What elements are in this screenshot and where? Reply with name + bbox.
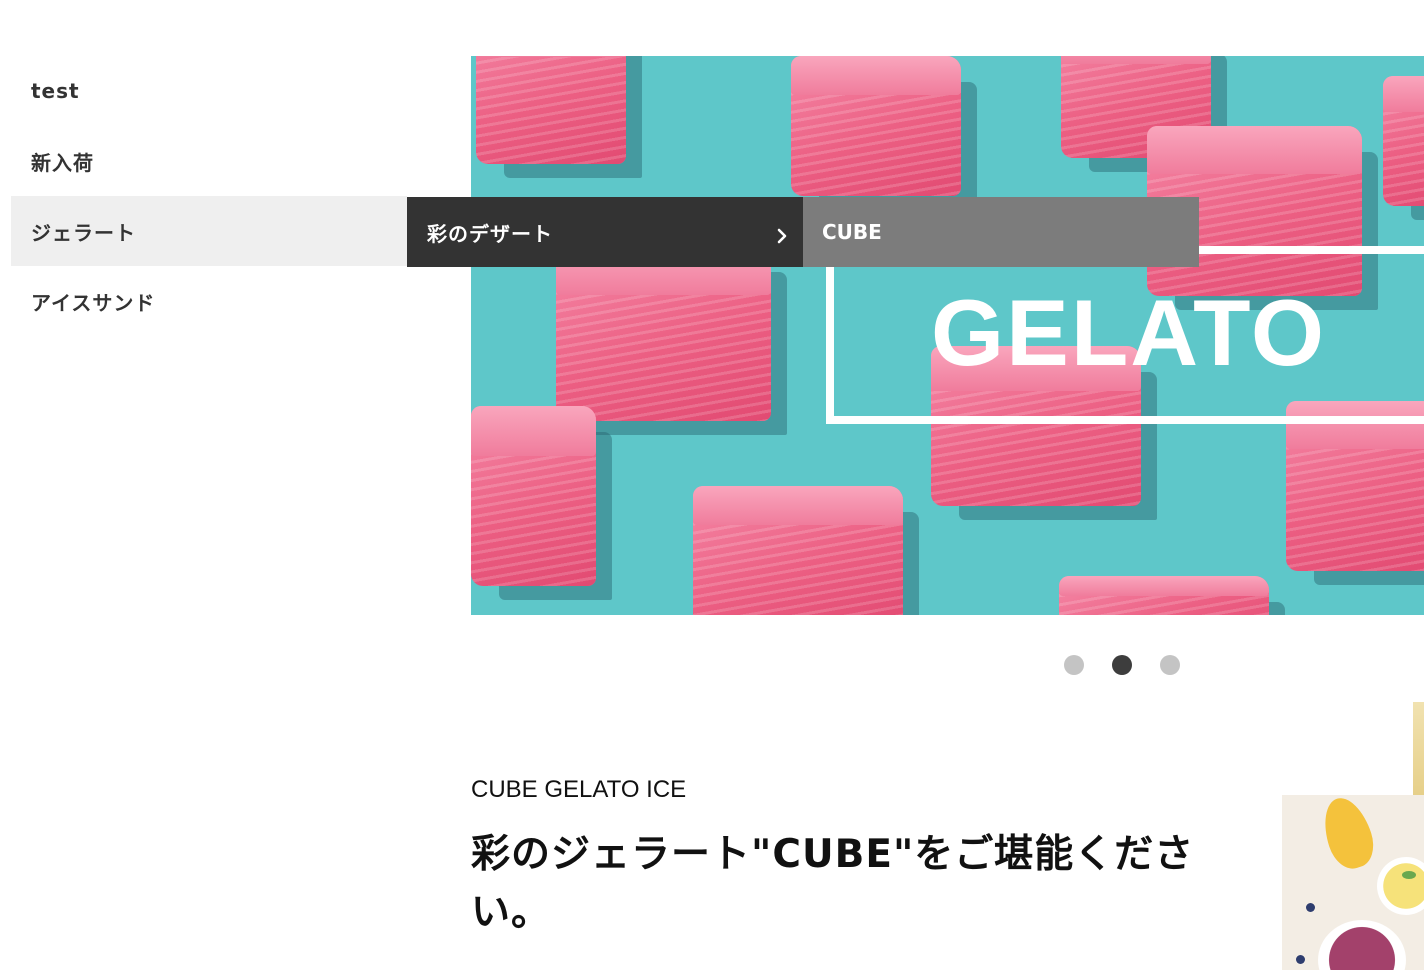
hero-title: GELATO bbox=[931, 280, 1326, 385]
gelato-bowl-image bbox=[1377, 857, 1424, 915]
submenu-label: CUBE bbox=[822, 220, 882, 244]
section-eyebrow: CUBE GELATO ICE bbox=[471, 776, 687, 803]
blueberry-image bbox=[1306, 903, 1315, 912]
gelato-cube bbox=[476, 56, 626, 164]
category-nav: test 新入荷 ジェラート アイスサンド bbox=[11, 56, 407, 336]
gelato-cube bbox=[693, 486, 903, 615]
nav-item-gelato[interactable]: ジェラート bbox=[11, 196, 407, 266]
nav-item-test[interactable]: test bbox=[11, 56, 407, 126]
chevron-right-icon bbox=[777, 225, 787, 249]
carousel-dot-3[interactable] bbox=[1160, 655, 1180, 675]
blueberry-image bbox=[1296, 955, 1305, 964]
gelato-cube bbox=[1286, 401, 1424, 571]
gelato-cube bbox=[1383, 76, 1424, 206]
gelato-cube bbox=[471, 406, 596, 586]
submenu-cube[interactable]: CUBE bbox=[803, 197, 1199, 267]
mint-leaf-image bbox=[1402, 871, 1416, 879]
gelato-bowl-image bbox=[1318, 920, 1406, 970]
mango-image bbox=[1315, 795, 1381, 875]
gelato-cube bbox=[1059, 576, 1269, 615]
gelato-cube bbox=[556, 246, 771, 421]
hero-banner[interactable]: GELATO bbox=[471, 56, 1424, 615]
nav-item-label: ジェラート bbox=[31, 220, 136, 245]
nav-item-ice-sandwich[interactable]: アイスサンド bbox=[11, 266, 407, 336]
carousel-dots bbox=[1064, 655, 1180, 675]
nav-item-label: 新入荷 bbox=[31, 150, 94, 175]
nav-item-label: test bbox=[31, 79, 80, 103]
product-thumbnail[interactable] bbox=[1282, 795, 1424, 970]
section-headline: 彩のジェラート"CUBE"をご堪能ください。 bbox=[471, 832, 1195, 935]
product-thumbnail[interactable] bbox=[1413, 702, 1424, 798]
carousel-dot-2[interactable] bbox=[1112, 655, 1132, 675]
nav-item-label: アイスサンド bbox=[31, 290, 156, 315]
gelato-cube bbox=[791, 56, 961, 196]
nav-item-new-arrivals[interactable]: 新入荷 bbox=[11, 126, 407, 196]
submenu-colorful-dessert[interactable]: 彩のデザート bbox=[407, 197, 803, 267]
carousel-dot-1[interactable] bbox=[1064, 655, 1084, 675]
submenu-label: 彩のデザート bbox=[427, 221, 553, 246]
